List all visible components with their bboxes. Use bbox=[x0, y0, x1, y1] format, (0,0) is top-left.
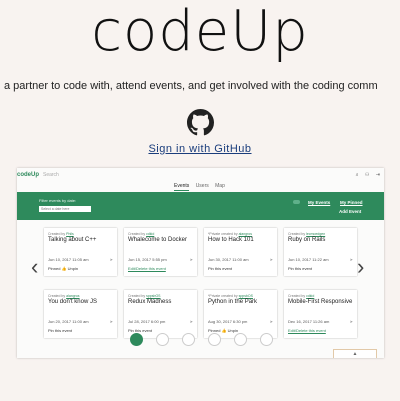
card-title: Whalecome to Docker bbox=[128, 237, 188, 243]
share-icon[interactable]: ➤ bbox=[110, 257, 113, 262]
scroll-top-button[interactable]: ▲ bbox=[333, 349, 377, 358]
filter-toggle[interactable] bbox=[293, 200, 300, 204]
card-pin-action[interactable]: Pinned 👍 Unpin bbox=[48, 266, 78, 271]
carousel-dot[interactable] bbox=[182, 333, 195, 346]
carousel-prev-button[interactable]: ‹ bbox=[31, 256, 38, 278]
card-creator: Created by Phils bbox=[48, 232, 74, 236]
app-logo: codeUp bbox=[17, 172, 40, 178]
share-icon[interactable]: ➤ bbox=[350, 319, 353, 324]
card-date: Jun 20, 2017 11:00 am bbox=[48, 319, 89, 324]
card-creator: *Private created by sppsbOS bbox=[208, 294, 253, 298]
card-date: Jun 15, 2017 5:55 pm bbox=[128, 257, 167, 262]
card-pin-action[interactable]: Pin this event bbox=[48, 328, 72, 333]
share-icon[interactable]: ➤ bbox=[190, 257, 193, 262]
card-title: Redux Madness bbox=[128, 299, 172, 305]
event-card[interactable]: Created by cdkid Mobile-First Responsive… bbox=[284, 290, 357, 338]
event-cards: Created by Phils Talking about C++ Jun 1… bbox=[44, 228, 364, 358]
card-pin-action[interactable]: Pin this event bbox=[208, 266, 232, 271]
date-filter-input[interactable] bbox=[39, 206, 91, 212]
card-creator: Created by cdkid bbox=[288, 294, 315, 298]
event-card[interactable]: *Private created by alangros How to Hack… bbox=[204, 228, 277, 276]
card-date: Jul 28, 2017 6:00 pm bbox=[128, 319, 166, 324]
tab-users[interactable]: Users bbox=[196, 183, 209, 189]
carousel-dot[interactable] bbox=[156, 333, 169, 346]
app-preview: codeUp Search ⌕ ⚇ ⇥ Events Users Map Fil… bbox=[17, 168, 384, 358]
card-date: Jun 30, 2017 11:00 am bbox=[208, 257, 249, 262]
share-icon[interactable]: ➤ bbox=[350, 257, 353, 262]
card-creator: Created by alangros bbox=[48, 294, 80, 298]
my-pinned-link[interactable]: My Pinned bbox=[340, 200, 363, 205]
carousel-dot[interactable] bbox=[130, 333, 143, 346]
card-pin-action[interactable]: Pin this event bbox=[128, 328, 152, 333]
card-title: Python in the Park bbox=[208, 299, 258, 305]
card-creator: *Private created by alangros bbox=[208, 232, 252, 236]
carousel-dot[interactable] bbox=[260, 333, 273, 346]
card-creator: Created by cdkid bbox=[128, 232, 155, 236]
app-navbar: codeUp Search ⌕ ⚇ ⇥ bbox=[17, 168, 384, 184]
share-icon[interactable]: ➤ bbox=[270, 257, 273, 262]
my-events-link[interactable]: My Events bbox=[308, 200, 330, 205]
event-card[interactable]: Created by Phils Talking about C++ Jun 1… bbox=[44, 228, 117, 276]
filter-banner: Filter events by date: My Events My Pinn… bbox=[17, 192, 384, 220]
brand-title: codeUp bbox=[91, 0, 309, 64]
card-creator: Created by sppsbOS bbox=[128, 294, 161, 298]
carousel-dot[interactable] bbox=[234, 333, 247, 346]
card-title: Mobile-First Responsive bbox=[288, 299, 353, 305]
event-card[interactable]: Created by lecmoedgen Ruby on Rails Jun … bbox=[284, 228, 357, 276]
github-icon[interactable] bbox=[187, 109, 214, 136]
event-card[interactable]: Created by cdkid Whalecome to Docker Jun… bbox=[124, 228, 197, 276]
add-event-button[interactable]: Add Event bbox=[339, 209, 361, 214]
card-date: Aug 30, 2017 6:30 pm bbox=[208, 319, 248, 324]
card-date: Jun 10, 2017 11:22 am bbox=[288, 257, 329, 262]
share-icon[interactable]: ➤ bbox=[110, 319, 113, 324]
app-search-input[interactable]: Search bbox=[43, 172, 59, 178]
card-edit-action[interactable]: Edit/Delete this event bbox=[288, 328, 326, 333]
event-card[interactable]: Created by sppsbOS Redux Madness Jul 28,… bbox=[124, 290, 197, 338]
event-card[interactable]: *Private created by sppsbOS Python in th… bbox=[204, 290, 277, 338]
share-icon[interactable]: ➤ bbox=[190, 319, 193, 324]
card-edit-action[interactable]: Edit/Delete this event bbox=[128, 266, 166, 271]
user-icon[interactable]: ⚇ bbox=[365, 172, 369, 178]
card-date: Dec 16, 2017 11:26 am bbox=[288, 319, 330, 324]
tab-events[interactable]: Events bbox=[174, 183, 190, 191]
card-date: Jun 10, 2017 11:05 am bbox=[48, 257, 89, 262]
search-icon[interactable]: ⌕ bbox=[356, 172, 359, 178]
logout-icon[interactable]: ⇥ bbox=[376, 172, 380, 178]
card-title: Ruby on Rails bbox=[288, 237, 326, 243]
tab-map[interactable]: Map bbox=[215, 183, 225, 189]
filter-label: Filter events by date: bbox=[39, 198, 77, 203]
tagline: a partner to code with, attend events, a… bbox=[4, 80, 378, 92]
share-icon[interactable]: ➤ bbox=[270, 319, 273, 324]
nav-icons: ⌕ ⚇ ⇥ bbox=[351, 172, 380, 178]
card-title: Talking about C++ bbox=[48, 237, 97, 243]
carousel-dot[interactable] bbox=[208, 333, 221, 346]
card-creator: Created by lecmoedgen bbox=[288, 232, 326, 236]
app-tabs: Events Users Map bbox=[174, 183, 230, 191]
card-title: How to Hack 101 bbox=[208, 237, 254, 243]
card-title: You don't know JS bbox=[48, 299, 97, 305]
event-card[interactable]: Created by alangros You don't know JS Ju… bbox=[44, 290, 117, 338]
card-pin-action[interactable]: Pin this event bbox=[288, 266, 312, 271]
signin-github-link[interactable]: Sign in with GitHub bbox=[0, 143, 400, 155]
